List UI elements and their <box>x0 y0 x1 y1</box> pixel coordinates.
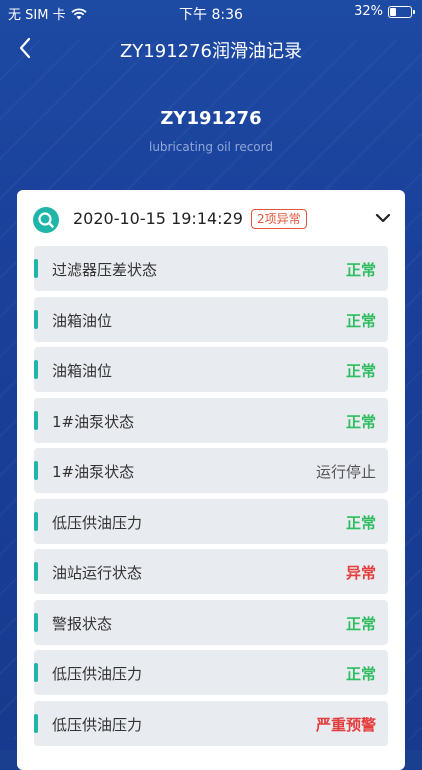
status-value: 严重预警 <box>315 715 376 734</box>
status-list: 过滤器压差状态 正常 油箱油位 正常 油箱油位 正常 1#油泵状态 正常 1#油… <box>34 246 388 751</box>
status-value: 正常 <box>345 614 376 633</box>
abnormal-count-badge: 2项异常 <box>251 209 307 229</box>
battery-icon <box>388 5 415 18</box>
status-value: 正常 <box>345 362 376 380</box>
status-label: 过滤器压差状态 <box>52 261 158 279</box>
status-row: 低压供油压力 正常 <box>34 650 388 695</box>
status-label: 1#油泵状态 <box>52 412 135 431</box>
status-label: 低压供油压力 <box>52 665 143 683</box>
row-indicator <box>34 360 38 379</box>
row-indicator <box>34 511 38 531</box>
status-bar-right: 32% <box>354 4 415 19</box>
row-indicator <box>34 461 38 480</box>
status-value: 正常 <box>345 513 376 532</box>
status-value: 正常 <box>345 412 376 431</box>
device-subtitle: lubricating oil record <box>148 140 273 154</box>
search-icon <box>33 207 59 233</box>
row-indicator <box>34 612 38 632</box>
status-value: 异常 <box>345 564 376 582</box>
status-label: 低压供油压力 <box>52 513 143 532</box>
status-label: 低压供油压力 <box>52 715 143 734</box>
battery-percent: 32% <box>354 4 383 19</box>
status-label: 1#油泵状态 <box>52 463 135 481</box>
status-bar: 无 SIM 卡 下午 8:36 32% <box>0 0 422 24</box>
status-value: 正常 <box>345 665 376 683</box>
battery-level <box>390 7 396 16</box>
row-indicator <box>34 410 38 430</box>
status-row: 1#油泵状态 运行停止 <box>34 448 388 493</box>
status-row: 油箱油位 正常 <box>34 347 388 392</box>
status-row: 低压供油压力 严重预警 <box>34 700 388 746</box>
status-label: 油箱油位 <box>52 362 113 380</box>
status-row: 1#油泵状态 正常 <box>34 397 388 443</box>
record-datetime: 2020-10-15 19:14:29 <box>73 209 243 228</box>
status-value: 正常 <box>345 261 376 279</box>
status-value: 运行停止 <box>315 463 376 481</box>
record-header[interactable]: 2020-10-15 19:14:29 2项异常 <box>17 190 405 246</box>
status-label: 警报状态 <box>52 614 113 633</box>
status-value: 正常 <box>345 311 376 330</box>
status-label: 油箱油位 <box>52 311 113 330</box>
row-indicator <box>34 259 38 278</box>
row-indicator <box>34 309 38 329</box>
status-row: 油站运行状态 异常 <box>34 549 388 594</box>
status-row: 油箱油位 正常 <box>34 296 388 342</box>
status-row: 过滤器压差状态 正常 <box>34 246 388 291</box>
record-card: 2020-10-15 19:14:29 2项异常 过滤器压差状态 正常 油箱油位… <box>17 190 405 770</box>
device-id: ZY191276 <box>160 108 262 129</box>
page-title: ZY191276润滑油记录 <box>119 41 303 62</box>
status-label: 油站运行状态 <box>52 564 143 582</box>
row-indicator <box>34 663 38 682</box>
nav-bar: ZY191276润滑油记录 <box>0 24 422 72</box>
row-indicator <box>34 562 38 581</box>
status-row: 低压供油压力 正常 <box>34 498 388 544</box>
chevron-down-icon[interactable] <box>375 212 391 224</box>
row-indicator <box>34 713 38 733</box>
status-row: 警报状态 正常 <box>34 599 388 645</box>
